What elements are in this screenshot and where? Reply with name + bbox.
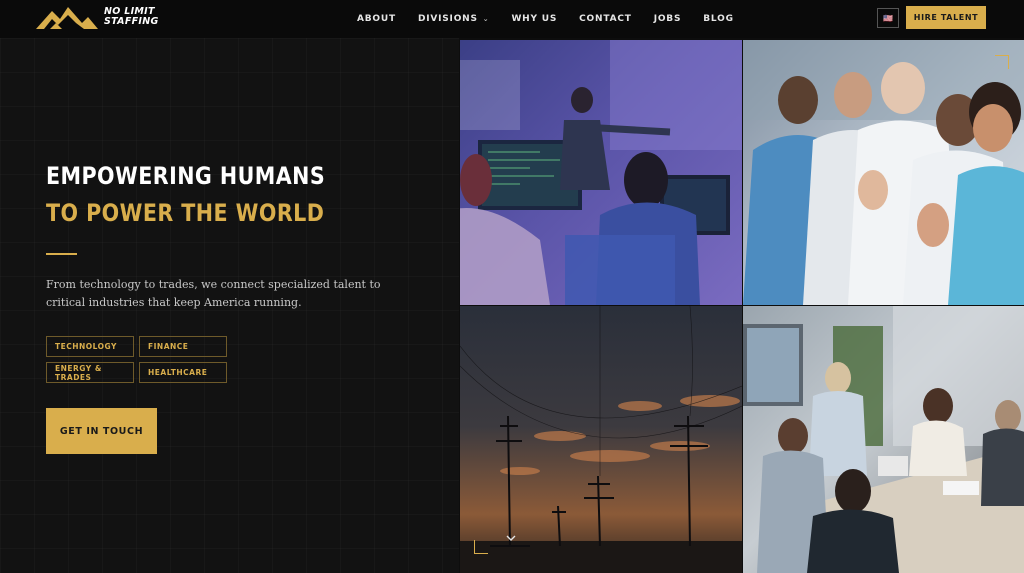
nav-blog[interactable]: BLOG — [703, 14, 734, 24]
tech-presentation-photo — [460, 40, 742, 305]
nav-about[interactable]: ABOUT — [357, 14, 396, 24]
brand-logo[interactable]: NO LIMIT STAFFING — [36, 5, 159, 29]
nav-divisions[interactable]: DIVISIONS ⌄ — [418, 14, 490, 24]
nav-jobs[interactable]: JOBS — [654, 14, 682, 24]
scroll-down-chevron-icon[interactable] — [503, 531, 519, 545]
hero-headline-line-1: EMPOWERING HUMANS — [46, 162, 326, 190]
tag-healthcare[interactable]: HEALTHCARE — [139, 362, 227, 383]
corner-accent — [995, 55, 1009, 69]
hire-talent-button[interactable]: HIRE TALENT — [906, 6, 986, 29]
us-flag-icon: 🇺🇸 — [883, 13, 893, 23]
get-in-touch-button[interactable]: GET IN TOUCH — [46, 408, 157, 454]
nav-divisions-label: DIVISIONS — [417, 14, 478, 24]
tag-energy-trades[interactable]: ENERGY & TRADES — [46, 362, 134, 383]
tag-finance[interactable]: FINANCE — [139, 336, 227, 357]
nav-contact[interactable]: CONTACT — [579, 14, 632, 24]
office-meeting-photo — [743, 306, 1024, 573]
brand-name: NO LIMIT STAFFING — [104, 7, 159, 27]
site-header: NO LIMIT STAFFING ABOUT DIVISIONS ⌄ WHY … — [0, 0, 1024, 38]
corner-accent — [474, 540, 488, 554]
headline-divider — [46, 253, 77, 255]
healthcare-applause-photo — [743, 40, 1024, 305]
chevron-down-icon: ⌄ — [482, 15, 490, 23]
mountain-logo-icon — [36, 7, 98, 29]
language-flag-button[interactable]: 🇺🇸 — [877, 8, 899, 28]
tag-technology[interactable]: TECHNOLOGY — [46, 336, 134, 357]
brand-line-2: STAFFING — [104, 16, 159, 27]
main-nav: ABOUT DIVISIONS ⌄ WHY US CONTACT JOBS BL… — [357, 0, 734, 38]
nav-why-us[interactable]: WHY US — [511, 14, 557, 24]
hero-headline-line-2: TO POWER THE WORLD — [46, 199, 325, 227]
hero-description: From technology to trades, we connect sp… — [46, 278, 381, 309]
